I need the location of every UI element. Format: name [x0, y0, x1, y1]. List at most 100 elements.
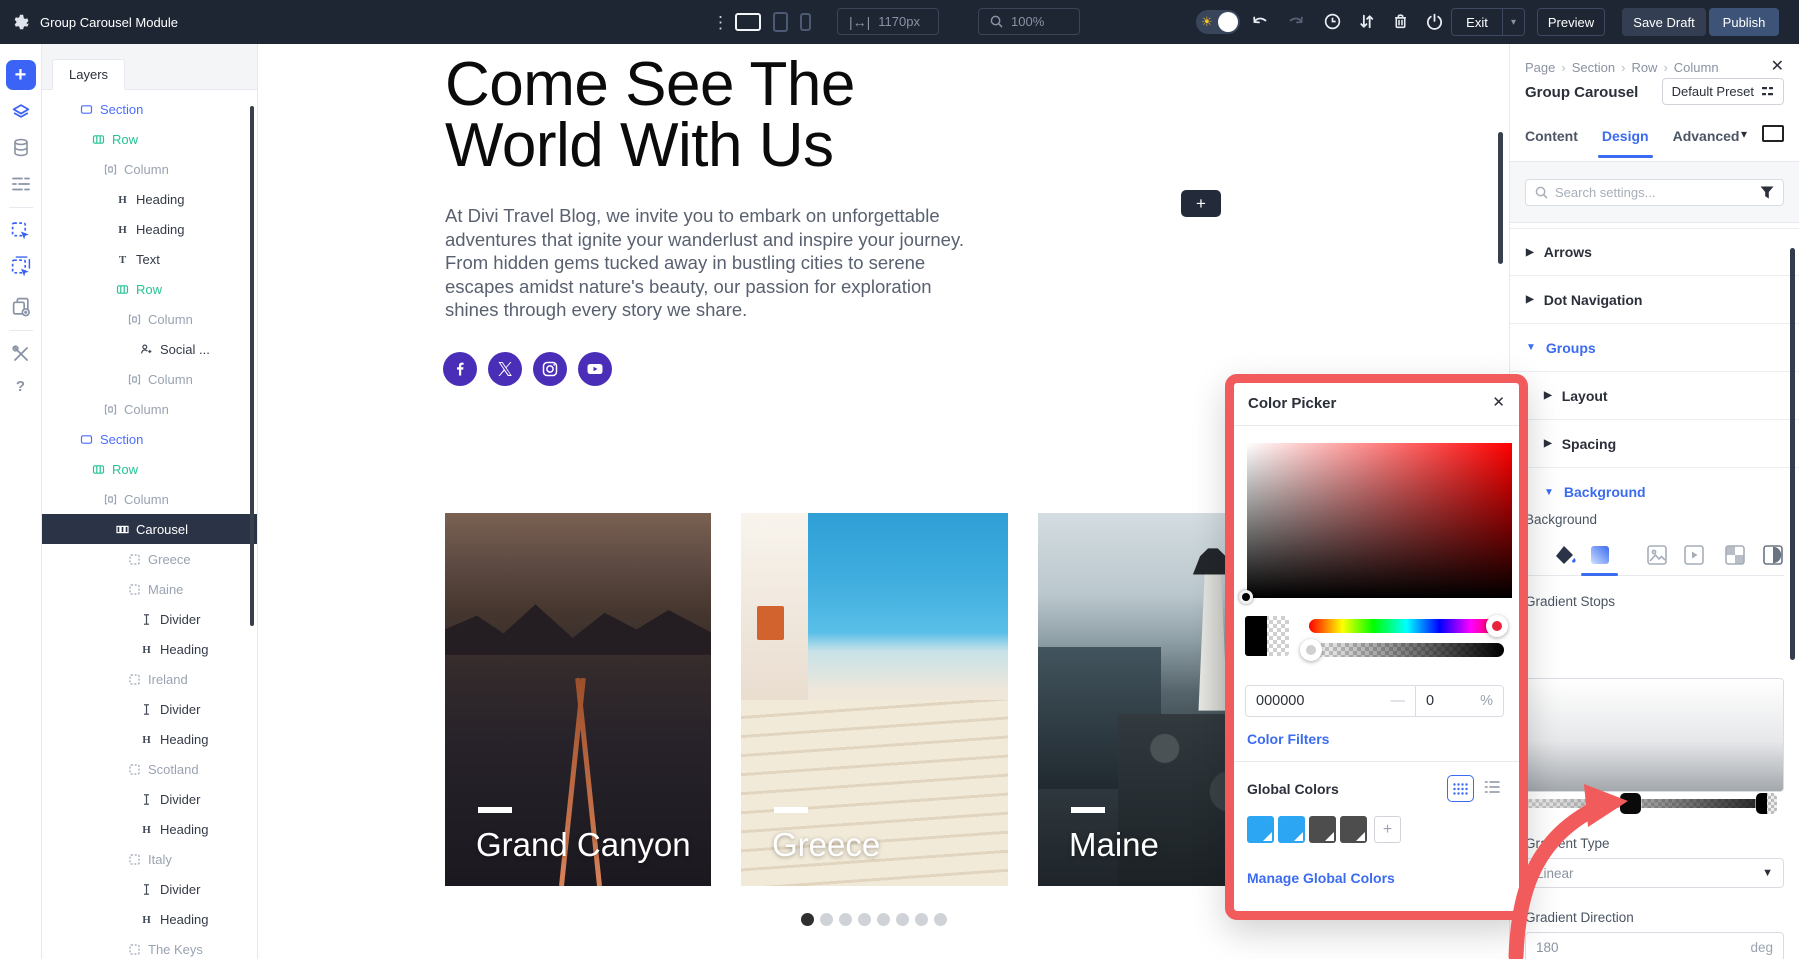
- carousel-slide-greece[interactable]: Greece: [741, 513, 1008, 886]
- gradient-stop-handle-1[interactable]: [1620, 793, 1641, 814]
- manage-global-colors-link[interactable]: Manage Global Colors: [1247, 870, 1395, 886]
- carousel-dot-3[interactable]: [839, 913, 852, 926]
- toolbar-drag-handle-icon[interactable]: ⋮: [712, 13, 729, 33]
- close-settings-icon[interactable]: ✕: [1771, 56, 1784, 76]
- breadcrumb-column[interactable]: Column: [1674, 60, 1719, 75]
- tab-content[interactable]: Content: [1525, 128, 1578, 158]
- hero-paragraph[interactable]: At Divi Travel Blog, we invite you to em…: [445, 204, 990, 322]
- facebook-icon[interactable]: [443, 352, 477, 386]
- background-color-icon[interactable]: [1553, 544, 1577, 566]
- background-video-icon[interactable]: [1683, 544, 1705, 566]
- layer-item-heading[interactable]: HHeading: [42, 904, 257, 934]
- global-colors-grid-view-icon[interactable]: [1447, 775, 1474, 802]
- canvas-width-field[interactable]: |↔| 1170px: [837, 8, 939, 35]
- layer-item-heading[interactable]: HHeading: [42, 724, 257, 754]
- layer-item-heading[interactable]: HHeading: [42, 634, 257, 664]
- alpha-handle[interactable]: [1300, 639, 1322, 661]
- layer-item-row[interactable]: Row: [42, 274, 257, 304]
- sort-layers-icon[interactable]: [1357, 12, 1376, 31]
- redo-icon[interactable]: [1287, 13, 1305, 31]
- add-content-button[interactable]: +: [6, 60, 36, 90]
- layer-item-section[interactable]: Section: [42, 424, 257, 454]
- layers-panel-icon[interactable]: [10, 102, 31, 123]
- gradient-stops-track[interactable]: [1525, 799, 1776, 808]
- global-colors-list-view-icon[interactable]: [1484, 780, 1500, 794]
- layer-item-column[interactable]: Column: [42, 304, 257, 334]
- save-draft-button[interactable]: Save Draft: [1622, 8, 1706, 36]
- exit-dropdown-caret[interactable]: ▾: [1503, 8, 1525, 36]
- alpha-input[interactable]: 0 %: [1415, 686, 1503, 716]
- layer-item-divider[interactable]: Divider: [42, 874, 257, 904]
- breadcrumb-page[interactable]: Page: [1525, 60, 1555, 75]
- layer-item-text[interactable]: TText: [42, 244, 257, 274]
- global-color-swatch-4[interactable]: [1340, 816, 1367, 843]
- builder-settings-gear-icon[interactable]: [12, 13, 30, 31]
- layer-item-heading[interactable]: HHeading: [42, 814, 257, 844]
- tab-advanced[interactable]: Advanced: [1673, 128, 1740, 158]
- background-mask-icon[interactable]: [1762, 544, 1784, 566]
- preview-button[interactable]: Preview: [1537, 8, 1605, 36]
- canvas-zoom-field[interactable]: 100%: [978, 8, 1080, 35]
- layer-item-maine[interactable]: Maine: [42, 574, 257, 604]
- background-gradient-icon[interactable]: [1589, 544, 1611, 566]
- layer-item-carousel[interactable]: Carousel: [42, 514, 257, 544]
- tools-wrench-icon[interactable]: [11, 344, 31, 364]
- layer-item-row[interactable]: Row: [42, 124, 257, 154]
- carousel-dot-2[interactable]: [820, 913, 833, 926]
- layer-item-heading[interactable]: HHeading: [42, 184, 257, 214]
- global-color-swatch-3[interactable]: [1309, 816, 1336, 843]
- settings-scrollbar[interactable]: [1790, 248, 1795, 660]
- instagram-icon[interactable]: [533, 352, 567, 386]
- tabs-chevron-down-icon[interactable]: ▾: [1741, 127, 1747, 141]
- hex-input[interactable]: 000000 —: [1246, 686, 1415, 716]
- carousel-dot-7[interactable]: [915, 913, 928, 926]
- default-preset-button[interactable]: Default Preset: [1662, 78, 1784, 105]
- accordion-arrows[interactable]: ▶Arrows: [1510, 228, 1799, 276]
- layer-item-column[interactable]: Column: [42, 484, 257, 514]
- layer-item-ireland[interactable]: Ireland: [42, 664, 257, 694]
- carousel-dot-8[interactable]: [934, 913, 947, 926]
- tab-layers[interactable]: Layers: [52, 59, 125, 90]
- layer-item-social[interactable]: Social ...: [42, 334, 257, 364]
- help-icon[interactable]: ?: [16, 378, 25, 395]
- gradient-direction-input[interactable]: 180 deg: [1525, 932, 1784, 959]
- gradient-type-select[interactable]: Linear ▼: [1525, 858, 1784, 888]
- carousel-dot-4[interactable]: [858, 913, 871, 926]
- layer-item-italy[interactable]: Italy: [42, 844, 257, 874]
- carousel-dot-6[interactable]: [896, 913, 909, 926]
- database-icon[interactable]: [11, 137, 31, 158]
- hue-slider[interactable]: [1309, 619, 1504, 633]
- add-module-button[interactable]: +: [1181, 190, 1221, 217]
- accordion-dot-navigation[interactable]: ▶Dot Navigation: [1510, 276, 1799, 324]
- hero-heading[interactable]: Come See The World With Us: [445, 54, 965, 176]
- phone-view-button[interactable]: [800, 13, 811, 31]
- portability-power-icon[interactable]: [1425, 12, 1444, 31]
- youtube-icon[interactable]: [578, 352, 612, 386]
- global-color-swatch-1[interactable]: [1247, 816, 1274, 843]
- layer-item-greece[interactable]: Greece: [42, 544, 257, 574]
- layer-item-divider[interactable]: Divider: [42, 694, 257, 724]
- trash-icon[interactable]: [1391, 12, 1410, 31]
- layer-item-row[interactable]: Row: [42, 454, 257, 484]
- carousel-dot-5[interactable]: [877, 913, 890, 926]
- presets-pages-icon[interactable]: [10, 296, 31, 317]
- builder-mode-toggle[interactable]: ☀: [1196, 10, 1240, 34]
- page-settings-list-icon[interactable]: [11, 175, 31, 193]
- layer-item-heading[interactable]: HHeading: [42, 214, 257, 244]
- responsive-desktop-icon[interactable]: [1762, 125, 1784, 142]
- accordion-background[interactable]: ▼Background: [1510, 468, 1799, 516]
- tab-design[interactable]: Design: [1602, 128, 1649, 158]
- tablet-view-button[interactable]: [773, 12, 788, 32]
- desktop-view-button[interactable]: [735, 13, 761, 31]
- saturation-area[interactable]: [1247, 443, 1512, 598]
- carousel-slide-grand-canyon[interactable]: Grand Canyon: [445, 513, 711, 886]
- search-settings-input[interactable]: [1555, 185, 1753, 200]
- layer-item-the-keys[interactable]: The Keys: [42, 934, 257, 959]
- layer-item-column[interactable]: Column: [42, 154, 257, 184]
- layer-item-divider[interactable]: Divider: [42, 604, 257, 634]
- x-twitter-icon[interactable]: [488, 352, 522, 386]
- select-multiple-modules-icon[interactable]: [10, 256, 31, 277]
- layer-item-column[interactable]: Column: [42, 364, 257, 394]
- filter-funnel-icon[interactable]: [1760, 186, 1774, 199]
- alpha-slider[interactable]: [1309, 643, 1504, 657]
